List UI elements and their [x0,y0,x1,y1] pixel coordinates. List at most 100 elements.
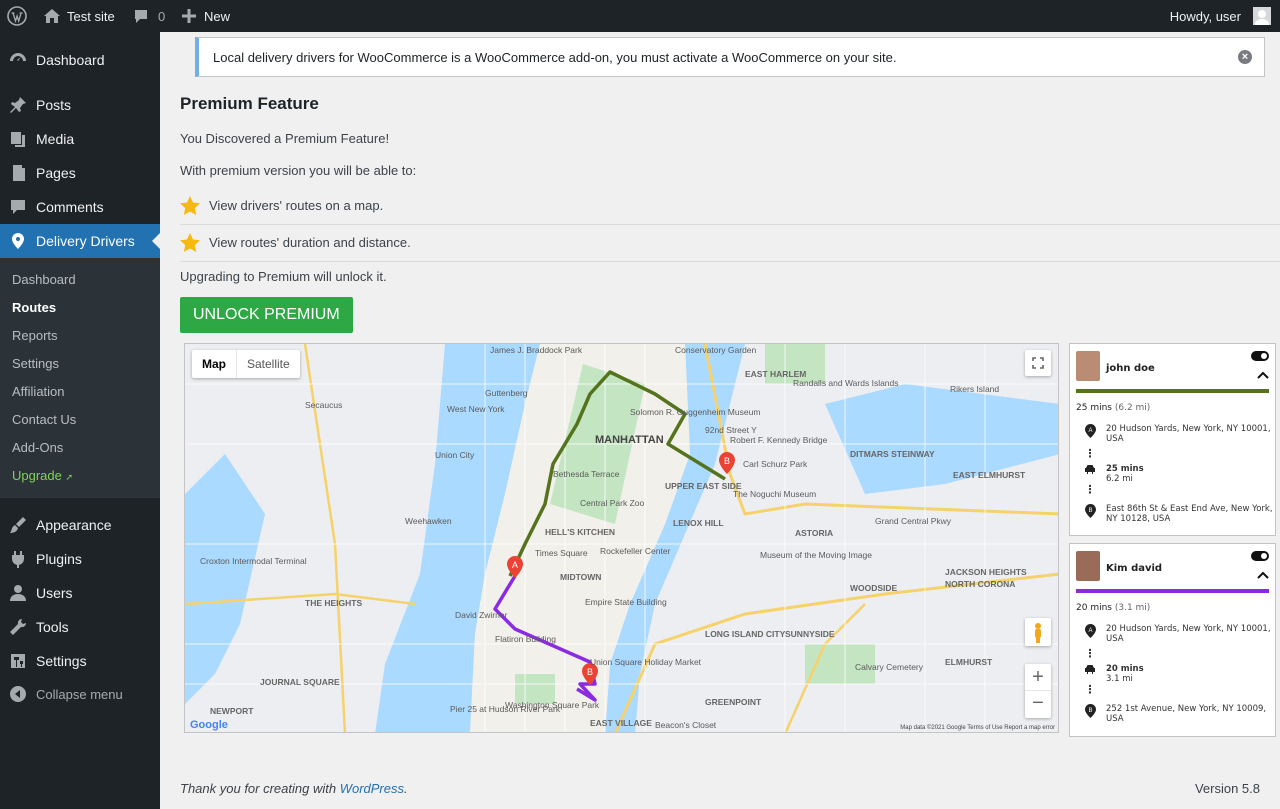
site-name-link[interactable]: Test site [43,0,115,32]
car-icon [1084,664,1096,684]
map-label: West New York [447,404,505,414]
lead-text: With premium version you will be able to… [180,163,417,178]
fullscreen-icon[interactable] [1025,350,1051,376]
routes-map[interactable]: A B B James J. Braddock Park Guttenberg We… [184,343,1059,733]
main-content: Local delivery drivers for WooCommerce i… [160,32,1280,809]
comments-link[interactable]: 0 [133,0,165,32]
map-attribution: Map data ©2021 Google Terms of Use Repor… [900,724,1055,731]
sidebar-item-collapse-menu[interactable]: Collapse menu [0,677,160,711]
sidebar-item-media[interactable]: Media [0,122,160,156]
svg-text:B: B [1088,508,1092,514]
map-label: EAST ELMHURST [953,470,1026,480]
submenu-item-settings[interactable]: Settings [12,356,59,371]
plug-icon [0,549,36,569]
dismiss-notice-icon[interactable]: × [1238,50,1252,64]
svg-text:A: A [512,560,518,570]
sidebar-item-settings[interactable]: Settings [0,644,160,678]
unlock-premium-button[interactable]: UNLOCK PREMIUM [180,297,353,333]
marker-a-icon: A [1084,424,1096,444]
zoom-out-button[interactable]: − [1025,691,1051,718]
admin-bar: Test site 0 New Howdy, user [0,0,1280,32]
route-color-bar [1076,389,1269,393]
map-label: Bethesda Terrace [553,469,620,479]
external-icon: ➚ [65,472,74,482]
comment-icon [0,197,36,217]
map-label: James J. Braddock Park [490,345,583,355]
sidebar-item-pages[interactable]: Pages [0,156,160,190]
sidebar-item-dashboard[interactable]: Dashboard [0,43,160,77]
sidebar-item-plugins[interactable]: Plugins [0,542,160,576]
dots-icon: ⋮ [1084,447,1096,460]
home-icon [44,9,60,23]
map-label: MANHATTAN [595,434,664,446]
map-label: 92nd Street Y [705,425,757,435]
route-summary: 20 mins (3.1 mi) [1076,603,1151,613]
sidebar-item-delivery-drivers[interactable]: Delivery Drivers [0,224,160,258]
driver-name: Kim david [1106,563,1163,574]
submenu-item-affiliation[interactable]: Affiliation [12,384,65,399]
chevron-up-icon[interactable] [1257,371,1269,379]
intro-text: You Discovered a Premium Feature! [180,131,390,146]
map-label: Randalls and Wards Islands [793,378,899,388]
toggle-icon[interactable] [1251,551,1269,561]
satellite-tab[interactable]: Satellite [236,350,300,378]
pin-icon [0,95,36,115]
toggle-icon[interactable] [1251,351,1269,361]
driver-card: john doe 25 mins (6.2 mi) A 20 Hudson Yards… [1069,343,1276,536]
route-origin: A 20 Hudson Yards, New York, NY 10001, US… [1084,424,1276,444]
page-title: Premium Feature [180,94,319,113]
zoom-in-button[interactable]: + [1025,664,1051,691]
map-tab[interactable]: Map [192,357,236,371]
driver-avatar [1076,351,1100,381]
user-icon [0,583,36,603]
map-label: JACKSON HEIGHTS [945,567,1027,577]
comment-icon [135,9,147,23]
map-label: LENOX HILL [673,518,724,528]
wordpress-link[interactable]: WordPress [340,781,404,796]
submenu-item-routes[interactable]: Routes [12,300,56,315]
map-label: Rockefeller Center [600,546,671,556]
route-leg: 20 mins 3.1 mi [1084,664,1144,684]
marker-a-icon: A [1084,624,1096,644]
map-canvas[interactable]: A B B James J. Braddock Park Guttenberg We… [185,344,1059,733]
route-destination: B 252 1st Avenue, New York, NY 10009, USA [1084,704,1276,724]
driver-name: john doe [1106,363,1155,374]
map-label: ELMHURST [945,657,993,667]
zoom-control: + − [1025,664,1051,718]
submenu-item-reports[interactable]: Reports [12,328,58,343]
avatar [1253,7,1271,25]
media-icon [0,129,36,149]
map-label: Solomon R. Guggenheim Museum [630,407,760,417]
route-destination: B East 86th St & East End Ave, New York, … [1084,504,1276,524]
my-account-link[interactable]: Howdy, user [1170,0,1271,32]
woocommerce-notice: Local delivery drivers for WooCommerce i… [195,37,1265,77]
chevron-up-icon[interactable] [1257,571,1269,579]
upgrade-text: Upgrading to Premium will unlock it. [180,269,387,284]
submenu-item-contact-us[interactable]: Contact Us [12,412,76,427]
map-label: NORTH CORONA [945,579,1015,589]
sidebar-item-comments[interactable]: Comments [0,190,160,224]
sidebar-item-tools[interactable]: Tools [0,610,160,644]
map-label: Secaucus [305,400,342,410]
map-label: Weehawken [405,516,452,526]
new-content-link[interactable]: New [182,0,230,32]
google-logo: Google [190,719,228,731]
brush-icon [0,515,36,535]
sidebar-item-users[interactable]: Users [0,576,160,610]
wordpress-logo-icon[interactable] [7,0,27,32]
pegman-icon[interactable] [1025,618,1051,646]
submenu-item-dashboard[interactable]: Dashboard [12,272,76,287]
sidebar-item-posts[interactable]: Posts [0,88,160,122]
map-label: UPPER EAST SIDE [665,481,742,491]
map-label: DITMARS STEINWAY [850,449,935,459]
sliders-icon [0,651,36,671]
map-label: Washington Square Park [505,700,600,710]
dots-icon: ⋮ [1084,683,1096,696]
feature-item: View drivers' routes on a map. [180,187,1280,225]
submenu-item-add-ons[interactable]: Add-Ons [12,440,63,455]
route-summary: 25 mins (6.2 mi) [1076,403,1151,413]
map-label: GREENPOINT [705,697,762,707]
sidebar-item-appearance[interactable]: Appearance [0,508,160,542]
submenu-item-upgrade[interactable]: Upgrade ➚ [12,468,73,483]
route-origin: A 20 Hudson Yards, New York, NY 10001, US… [1084,624,1276,644]
